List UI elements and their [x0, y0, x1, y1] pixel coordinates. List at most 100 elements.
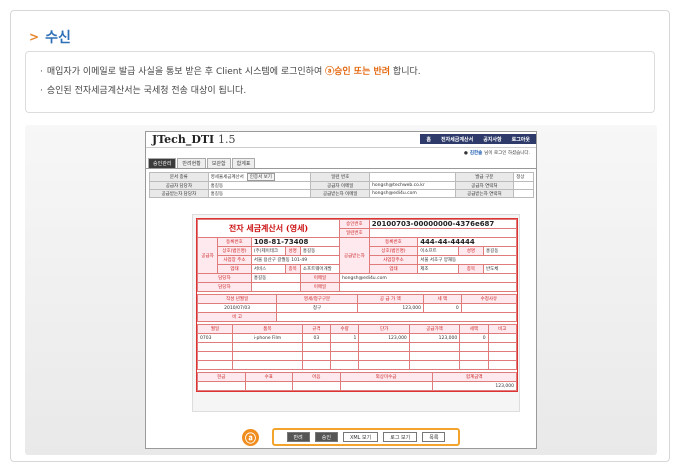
item-header: 공급가액: [408, 324, 461, 334]
invoice-head: 전자 세금계산서 (영세) 승인번호 20100703-00000000-437…: [196, 219, 518, 292]
supplier-item: 소프트웨어개발: [299, 264, 341, 274]
supplier-biz-label: 업태: [217, 264, 252, 274]
contact2-value: [250, 282, 301, 292]
logo-text: JTech_DTI: [152, 133, 215, 146]
note-line-1: · 매입자가 이메일로 발급 사실을 통보 받은 후 Client 시스템에 로그…: [40, 63, 640, 82]
supplier-company-label: 상호(법인명): [217, 246, 252, 256]
meta-label: 발급 구분: [454, 172, 515, 182]
table-row: [196, 351, 518, 361]
tab-approval[interactable]: 승인관리: [148, 158, 177, 168]
meta-value: 영세율세금계산서 인증서 보기: [207, 172, 312, 182]
meta-row: 공급받는자 담당자 홍길동 공급받는자 이메일 hongsh@edi4u.com…: [149, 189, 534, 198]
meta-doc-type: 영세율세금계산서: [210, 175, 244, 180]
supplier-reg-label: 등록번호: [217, 237, 252, 247]
buyer-side: 공급받는자: [339, 237, 370, 274]
total-header: 현금: [197, 372, 246, 382]
app-logo: JTech_DTI 1.5: [152, 133, 236, 146]
nav-logout[interactable]: 로그아웃: [512, 136, 530, 143]
tab-summary[interactable]: 합계표: [231, 158, 256, 168]
meta-label: 문서 종류: [149, 172, 209, 182]
top-nav: 홈 전자세금계산서 공지사항 로그아웃: [420, 134, 536, 144]
summary-header: 영세/청구구분: [276, 294, 358, 304]
meta-value: 홍길동: [207, 189, 312, 198]
item-cell: 0703: [196, 333, 234, 343]
supplier-side: 공급자: [196, 237, 219, 274]
meta-value: 정상: [513, 172, 534, 182]
approval-no-label: 승인번호: [339, 219, 370, 229]
buyer-addr: 서울 서초구 양재동: [417, 255, 517, 265]
total-header: 합계금액: [431, 372, 517, 382]
item-cell: 123,000: [358, 333, 410, 343]
item-header: 규격: [301, 324, 332, 334]
nav-notice[interactable]: 공지사항: [483, 136, 501, 143]
annotation-marker-a: ⓐ: [242, 429, 259, 446]
total-header: 수표: [244, 372, 294, 382]
buyer-reg: 444-44-44444: [417, 237, 517, 247]
supplier-company: (주)제이테크: [250, 246, 286, 256]
summary-header: 세 액: [422, 294, 462, 304]
supplier-addr: 서울 용산구 갈월동 101-49: [250, 255, 341, 265]
meta-label: 공급자 이메일: [310, 181, 371, 190]
item-header: 수량: [330, 324, 360, 334]
buyer-rep: 홍길동: [482, 246, 518, 256]
tab-archive[interactable]: 보관함: [206, 158, 231, 168]
note-text: 매입자가 이메일로 발급 사실을 통보 받은 후 Client 시스템에 로그인…: [46, 67, 326, 77]
approve-button[interactable]: 승인: [314, 432, 338, 442]
meta-value: [513, 181, 534, 190]
buyer-rep-label: 성명: [457, 246, 484, 256]
remark-label: 비 고: [196, 312, 278, 322]
note-text: 승인된 전자세금계산서는 국세청 전송 대상이 됩니다.: [46, 86, 247, 96]
meta-label: 공급받는자 담당자: [149, 189, 209, 198]
item-cell: 03: [301, 333, 332, 343]
user-greeting: 님이 로그인 하셨습니다.: [484, 151, 530, 156]
meta-row: 공급자 담당자 홍길동 공급자 이메일 hongsh@techweb.co.kr…: [149, 181, 534, 190]
summary-header: 수정사유: [460, 294, 518, 304]
total-header: 어음: [292, 372, 341, 382]
nav-home[interactable]: 홈: [426, 136, 431, 143]
user-name: 김한솔: [469, 151, 483, 156]
item-cell: 1: [330, 333, 360, 343]
supplier-rep-label: 성명: [284, 246, 301, 256]
remark-value: [276, 312, 517, 322]
buyer-addr-label: 사업장주소: [368, 255, 419, 265]
total-cell: [197, 381, 246, 391]
nav-invoice[interactable]: 전자세금계산서: [441, 136, 473, 143]
screenshot-band: JTech_DTI 1.5 홈 전자세금계산서 공지사항 로그아웃 ● 김한솔 …: [25, 125, 657, 455]
note-highlight: ⓐ승인 또는 반려: [325, 67, 391, 77]
serial-value: [368, 228, 518, 238]
supplier-biz: 서비스: [250, 264, 286, 274]
total-cell: [339, 381, 433, 391]
serial-label: 일련번호: [339, 228, 370, 238]
xml-view-button[interactable]: XML 보기: [342, 432, 379, 442]
meta-table: 문서 종류 영세율세금계산서 인증서 보기 일련 번호 발급 구분 정상 공급자 …: [149, 172, 534, 198]
item-cell: 123,000: [408, 333, 461, 343]
cert-view-button[interactable]: 인증서 보기: [246, 173, 275, 181]
meta-value: [369, 172, 456, 182]
list-button[interactable]: 목록: [422, 432, 446, 442]
summary-cell: 청구: [276, 303, 358, 313]
tab-reject[interactable]: 반려현황: [177, 158, 206, 168]
summary-cell: 0: [422, 303, 462, 313]
app-window: JTech_DTI 1.5 홈 전자세금계산서 공지사항 로그아웃 ● 김한솔 …: [145, 131, 537, 449]
item-header: 단가: [358, 324, 410, 334]
content-frame: > 수신 · 매입자가 이메일로 발급 사실을 통보 받은 후 Client 시스…: [10, 10, 670, 462]
item-header: 품목: [232, 324, 303, 334]
action-button-bar: 반려 승인 XML 보기 로그 보기 목록: [272, 428, 460, 446]
meta-value: [513, 189, 534, 198]
reject-button[interactable]: 반려: [286, 432, 310, 442]
summary-table: 작성 년월일 영세/청구구분 공 급 가 액 세 액 수정사유 2010/07/…: [196, 294, 518, 322]
buyer-reg-label: 등록번호: [368, 237, 419, 247]
total-cell: 123,000: [431, 381, 517, 391]
meta-label: 공급받는자 연락처: [454, 189, 515, 198]
log-view-button[interactable]: 로그 보기: [383, 432, 418, 442]
buyer-biz-label: 업태: [368, 264, 419, 274]
table-row: 0703 i-phone Film 03 1 123,000 123,000 0: [196, 333, 518, 343]
supplier-item-label: 종목: [284, 264, 301, 274]
invoice-form: 전자 세금계산서 (영세) 승인번호 20100703-00000000-437…: [196, 218, 518, 392]
note-box: · 매입자가 이메일로 발급 사실을 통보 받은 후 Client 시스템에 로그…: [25, 51, 655, 113]
summary-header: 공 급 가 액: [356, 294, 424, 304]
email2-label: 이메일: [299, 282, 341, 292]
summary-cell: [460, 303, 518, 313]
meta-value: 홍길동: [207, 181, 312, 190]
buyer-company: 이소프트: [417, 246, 459, 256]
